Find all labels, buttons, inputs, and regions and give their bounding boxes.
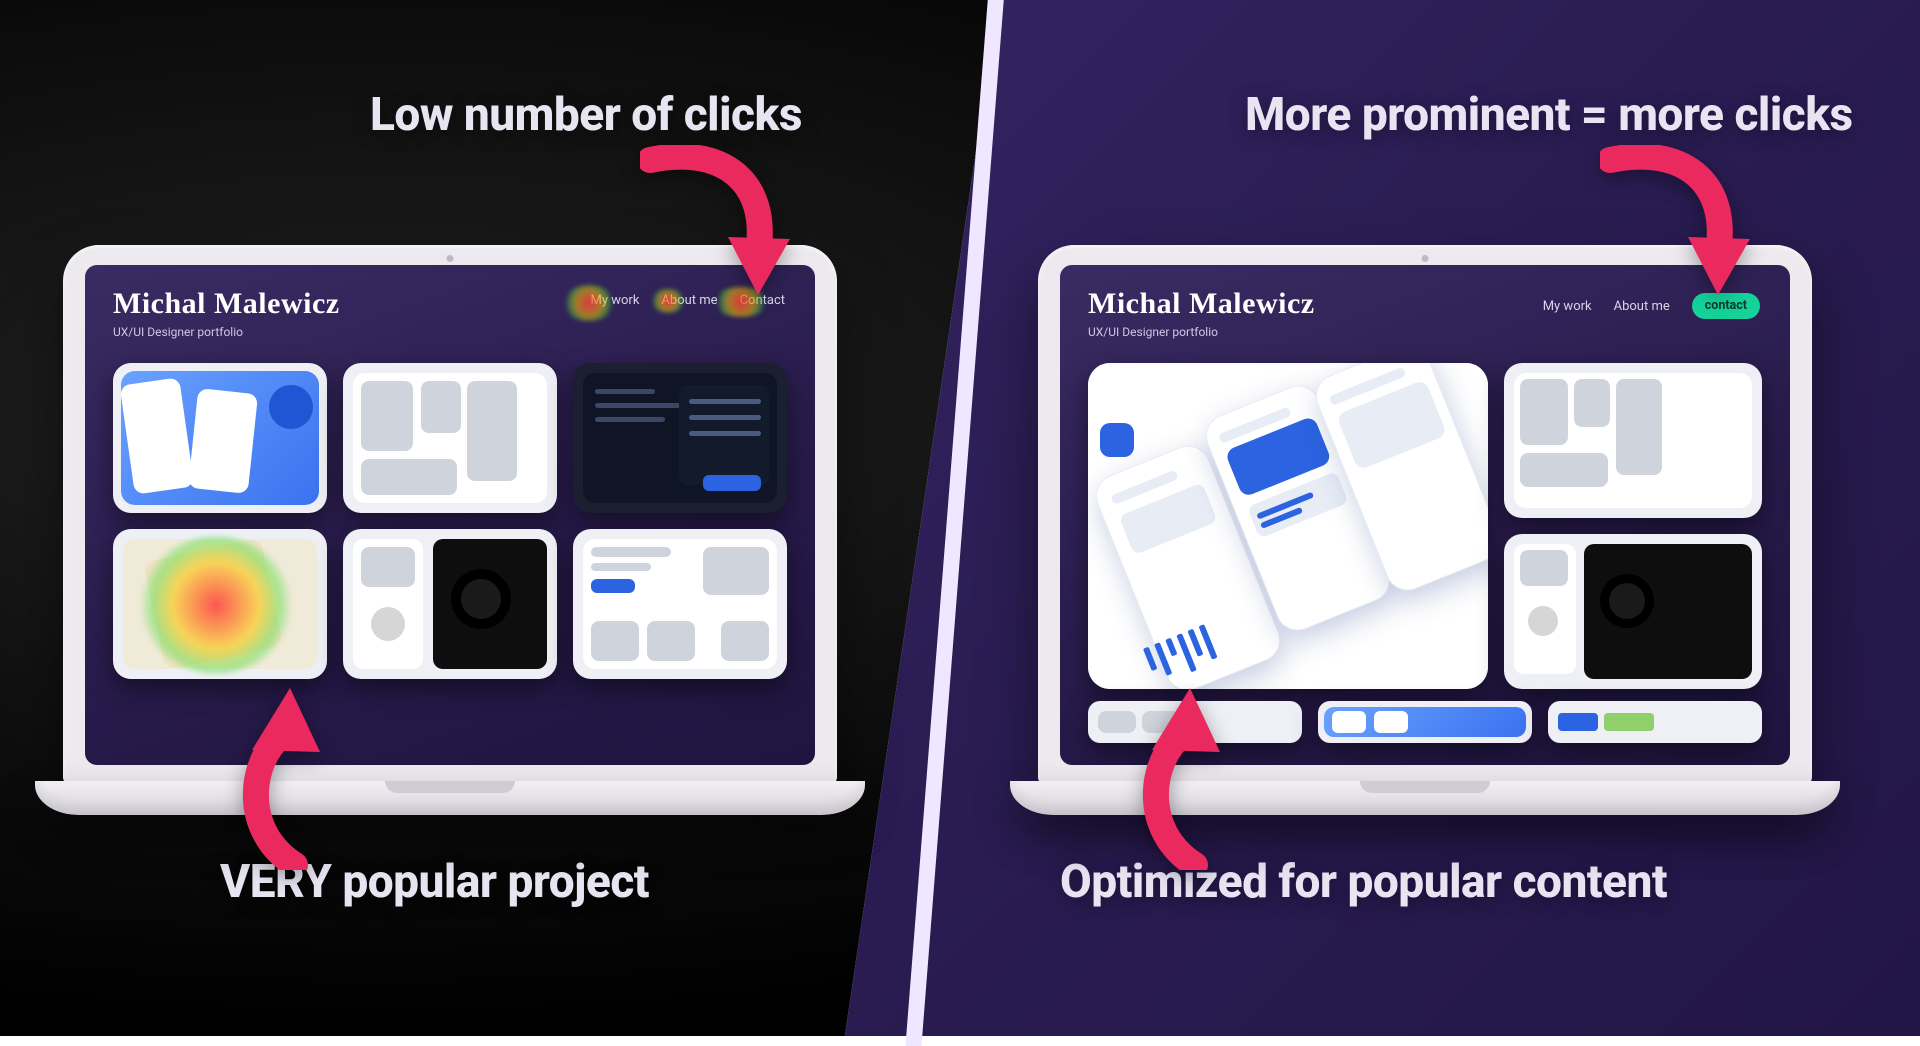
arrow-up-icon bbox=[1120, 680, 1270, 870]
annotation-low-clicks: Low number of clicks bbox=[370, 88, 802, 142]
portfolio-grid-optimized bbox=[1088, 363, 1762, 689]
project-tile[interactable] bbox=[573, 363, 787, 513]
camera-dot-icon bbox=[1422, 255, 1429, 262]
arrow-up-icon bbox=[220, 680, 370, 870]
project-tile[interactable] bbox=[1504, 363, 1762, 518]
project-tile[interactable] bbox=[343, 363, 557, 513]
portfolio-tagline: UX/UI Designer portfolio bbox=[1088, 325, 1762, 339]
project-tile[interactable] bbox=[1548, 701, 1762, 743]
camera-dot-icon bbox=[447, 255, 454, 262]
portfolio-grid bbox=[113, 363, 787, 679]
nav-my-work[interactable]: My work bbox=[591, 293, 640, 308]
project-tile-featured[interactable] bbox=[1088, 363, 1488, 689]
project-tile[interactable] bbox=[113, 363, 327, 513]
project-tile-popular[interactable] bbox=[113, 529, 327, 679]
nav-my-work[interactable]: My work bbox=[1543, 299, 1592, 314]
project-tile[interactable] bbox=[573, 529, 787, 679]
annotation-more-prominent: More prominent = more clicks bbox=[1245, 88, 1853, 142]
project-tile[interactable] bbox=[1504, 534, 1762, 689]
laptop-before: Michal Malewicz UX/UI Designer portfolio… bbox=[35, 245, 865, 815]
arrow-down-icon bbox=[1600, 145, 1760, 315]
portfolio-screen-before: Michal Malewicz UX/UI Designer portfolio… bbox=[85, 265, 815, 765]
arrow-down-icon bbox=[640, 145, 800, 315]
portfolio-tagline: UX/UI Designer portfolio bbox=[113, 325, 787, 339]
laptop-base bbox=[35, 781, 865, 815]
project-tile[interactable] bbox=[1318, 701, 1532, 743]
project-tile[interactable] bbox=[343, 529, 557, 679]
